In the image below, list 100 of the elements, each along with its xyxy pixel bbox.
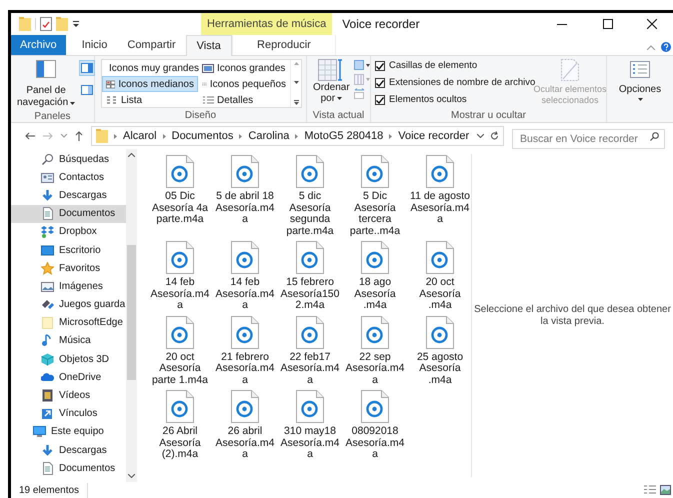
- details-pane-button[interactable]: [79, 82, 96, 98]
- layout-option[interactable]: Iconos muy grandes: [102, 60, 198, 76]
- sidebar-item[interactable]: Imágenes: [11, 277, 126, 296]
- breadcrumb[interactable]: Alcarol: [123, 128, 157, 144]
- file-item[interactable]: 20 oct Asesoría .m4a: [409, 241, 471, 312]
- layout-option[interactable]: Detalles: [198, 92, 290, 108]
- group-by-icon[interactable]: [354, 60, 370, 71]
- file-item[interactable]: 25 agosto Asesoría .m4a: [409, 316, 471, 386]
- up-icon[interactable]: [75, 131, 83, 141]
- scroll-down-icon: [128, 474, 135, 478]
- navigation-pane-button[interactable]: Panel de navegación: [17, 60, 76, 109]
- audio-file-icon: [426, 241, 454, 274]
- layout-icon: [106, 94, 118, 106]
- sidebar-item[interactable]: Juegos guarda: [11, 296, 126, 314]
- group-label: Vista actual: [312, 109, 366, 122]
- sidebar-item[interactable]: Favoritos: [11, 259, 126, 278]
- sidebar-item-icon: [41, 370, 54, 384]
- sidebar-item[interactable]: Contactos: [11, 168, 126, 186]
- layout-option[interactable]: Lista: [102, 92, 198, 108]
- search-field[interactable]: Buscar en Voice recorder: [512, 129, 665, 149]
- caret-icon: [70, 102, 76, 104]
- ribbon-tab[interactable]: Archivo: [11, 35, 66, 55]
- sidebar-item[interactable]: Escritorio: [11, 240, 126, 260]
- ribbon-tab[interactable]: Vista: [186, 35, 232, 56]
- audio-file-icon: [361, 390, 389, 423]
- checklist-icon[interactable]: [40, 17, 52, 31]
- file-item[interactable]: 14 feb Asesoría.m4a: [149, 241, 211, 312]
- breadcrumb[interactable]: Voice recorder: [398, 128, 470, 144]
- ribbon-tab[interactable]: Inicio: [72, 35, 118, 55]
- scroll-down-icon[interactable]: [294, 81, 298, 84]
- file-item[interactable]: 05 Dic Asesoría 4a parte.m4a: [149, 155, 211, 226]
- checkbox[interactable]: Elementos ocultos: [375, 93, 467, 107]
- file-item[interactable]: 310 may18 Asesoría.m4a: [279, 390, 341, 460]
- breadcrumb[interactable]: Carolina: [248, 128, 290, 144]
- breadcrumb[interactable]: Documentos: [172, 128, 234, 144]
- checkbox[interactable]: Extensiones de nombre de archivo: [375, 76, 536, 90]
- checkbox[interactable]: Casillas de elemento: [375, 59, 478, 73]
- file-item[interactable]: 5 de abril 18 Asesoría.m4a: [214, 155, 276, 226]
- sidebar-item[interactable]: OneDrive: [11, 368, 126, 386]
- layout-option[interactable]: Iconos pequeños: [198, 76, 290, 92]
- sidebar-item[interactable]: Documentos: [11, 204, 126, 223]
- sidebar-item-icon: [41, 298, 54, 312]
- file-item[interactable]: 18 ago Asesoría .m4a: [344, 241, 406, 312]
- sidebar-item-icon: [41, 280, 54, 293]
- scroll-up-icon: [128, 153, 135, 157]
- scroll-up-icon[interactable]: [294, 62, 298, 65]
- dropdown-icon: [477, 134, 484, 138]
- sidebar-item[interactable]: MicrosoftEdge: [11, 314, 126, 332]
- sidebar-item[interactable]: Vídeos: [11, 386, 126, 405]
- file-item[interactable]: 21 febrero Asesoría.m4a: [214, 316, 276, 386]
- audio-file-icon: [361, 155, 389, 188]
- item-count: 19 elementos: [19, 482, 88, 498]
- file-item[interactable]: 08092018 Asesoría.m4a: [344, 390, 406, 460]
- help-icon[interactable]: [661, 42, 671, 52]
- sidebar-item-icon: [41, 262, 54, 275]
- audio-file-icon: [166, 390, 194, 423]
- sidebar-item[interactable]: Este equipo: [11, 422, 126, 441]
- sidebar-item[interactable]: Descargas: [11, 186, 126, 205]
- folder-icon: [96, 129, 108, 143]
- details-pane-icon: [81, 85, 94, 95]
- audio-file-icon: [296, 316, 324, 348]
- recent-locations-icon[interactable]: [61, 134, 67, 138]
- file-item[interactable]: 22 sep Asesoría.m4a: [344, 316, 406, 386]
- sidebar-item[interactable]: Objetos 3D: [11, 350, 126, 368]
- file-item[interactable]: 26 Abril Asesoría (2).m4a: [149, 390, 211, 460]
- sidebar-item[interactable]: Búsquedas: [11, 150, 126, 168]
- sidebar-item[interactable]: Vínculos: [11, 404, 126, 423]
- large-icons-view-icon[interactable]: [660, 485, 671, 495]
- expand-gallery-icon[interactable]: [294, 100, 298, 105]
- sidebar-item-icon: [41, 389, 54, 402]
- preview-pane-button[interactable]: [79, 60, 96, 76]
- dropdown-icon[interactable]: [72, 20, 80, 28]
- sidebar-item[interactable]: Música: [11, 332, 126, 350]
- audio-file-icon: [231, 241, 259, 274]
- scrollbar[interactable]: [126, 149, 137, 482]
- file-item[interactable]: 5 Dic Asesoría tercera parte..m4a: [344, 155, 406, 237]
- sidebar-item-icon: [41, 407, 54, 420]
- sidebar-item[interactable]: Dropbox: [11, 222, 126, 241]
- file-item[interactable]: 5 dic Asesoría segunda parte.m4a: [279, 155, 341, 237]
- address-bar[interactable]: Alcarol Documentos Carolina MotoG5 280418 Voice recorder: [91, 126, 504, 146]
- file-item[interactable]: 26 abril Asesoría.m4a: [214, 390, 276, 460]
- caret-icon: [638, 98, 642, 101]
- file-item[interactable]: 22 feb17 Asesoría.m4a: [279, 316, 341, 386]
- sidebar-item[interactable]: Documentos: [11, 459, 126, 478]
- layout-option[interactable]: Iconos medianos: [102, 76, 198, 92]
- options-button[interactable]: Opciones: [618, 61, 662, 101]
- file-item[interactable]: 14 feb Asesoría.m4a: [214, 241, 276, 312]
- collapse-ribbon-icon[interactable]: [647, 45, 655, 50]
- back-icon[interactable]: [25, 132, 35, 140]
- audio-file-icon: [296, 241, 324, 274]
- sidebar-item[interactable]: Descargas: [11, 441, 126, 460]
- file-item[interactable]: 11 de agosto Asesoría.m4a: [409, 155, 471, 226]
- ribbon-tab[interactable]: Compartir: [117, 35, 186, 55]
- sort-by-button[interactable]: Ordenar por: [313, 59, 350, 108]
- layout-option[interactable]: Iconos grandes: [198, 60, 290, 76]
- sidebar-item-icon: [41, 244, 54, 257]
- file-item[interactable]: 20 oct Asesoría parte 1.m4a: [149, 316, 211, 386]
- breadcrumb[interactable]: MotoG5 280418: [304, 128, 384, 144]
- file-item[interactable]: 15 febrero Asesoría1502.m4a: [279, 241, 341, 312]
- details-view-icon[interactable]: [644, 485, 656, 495]
